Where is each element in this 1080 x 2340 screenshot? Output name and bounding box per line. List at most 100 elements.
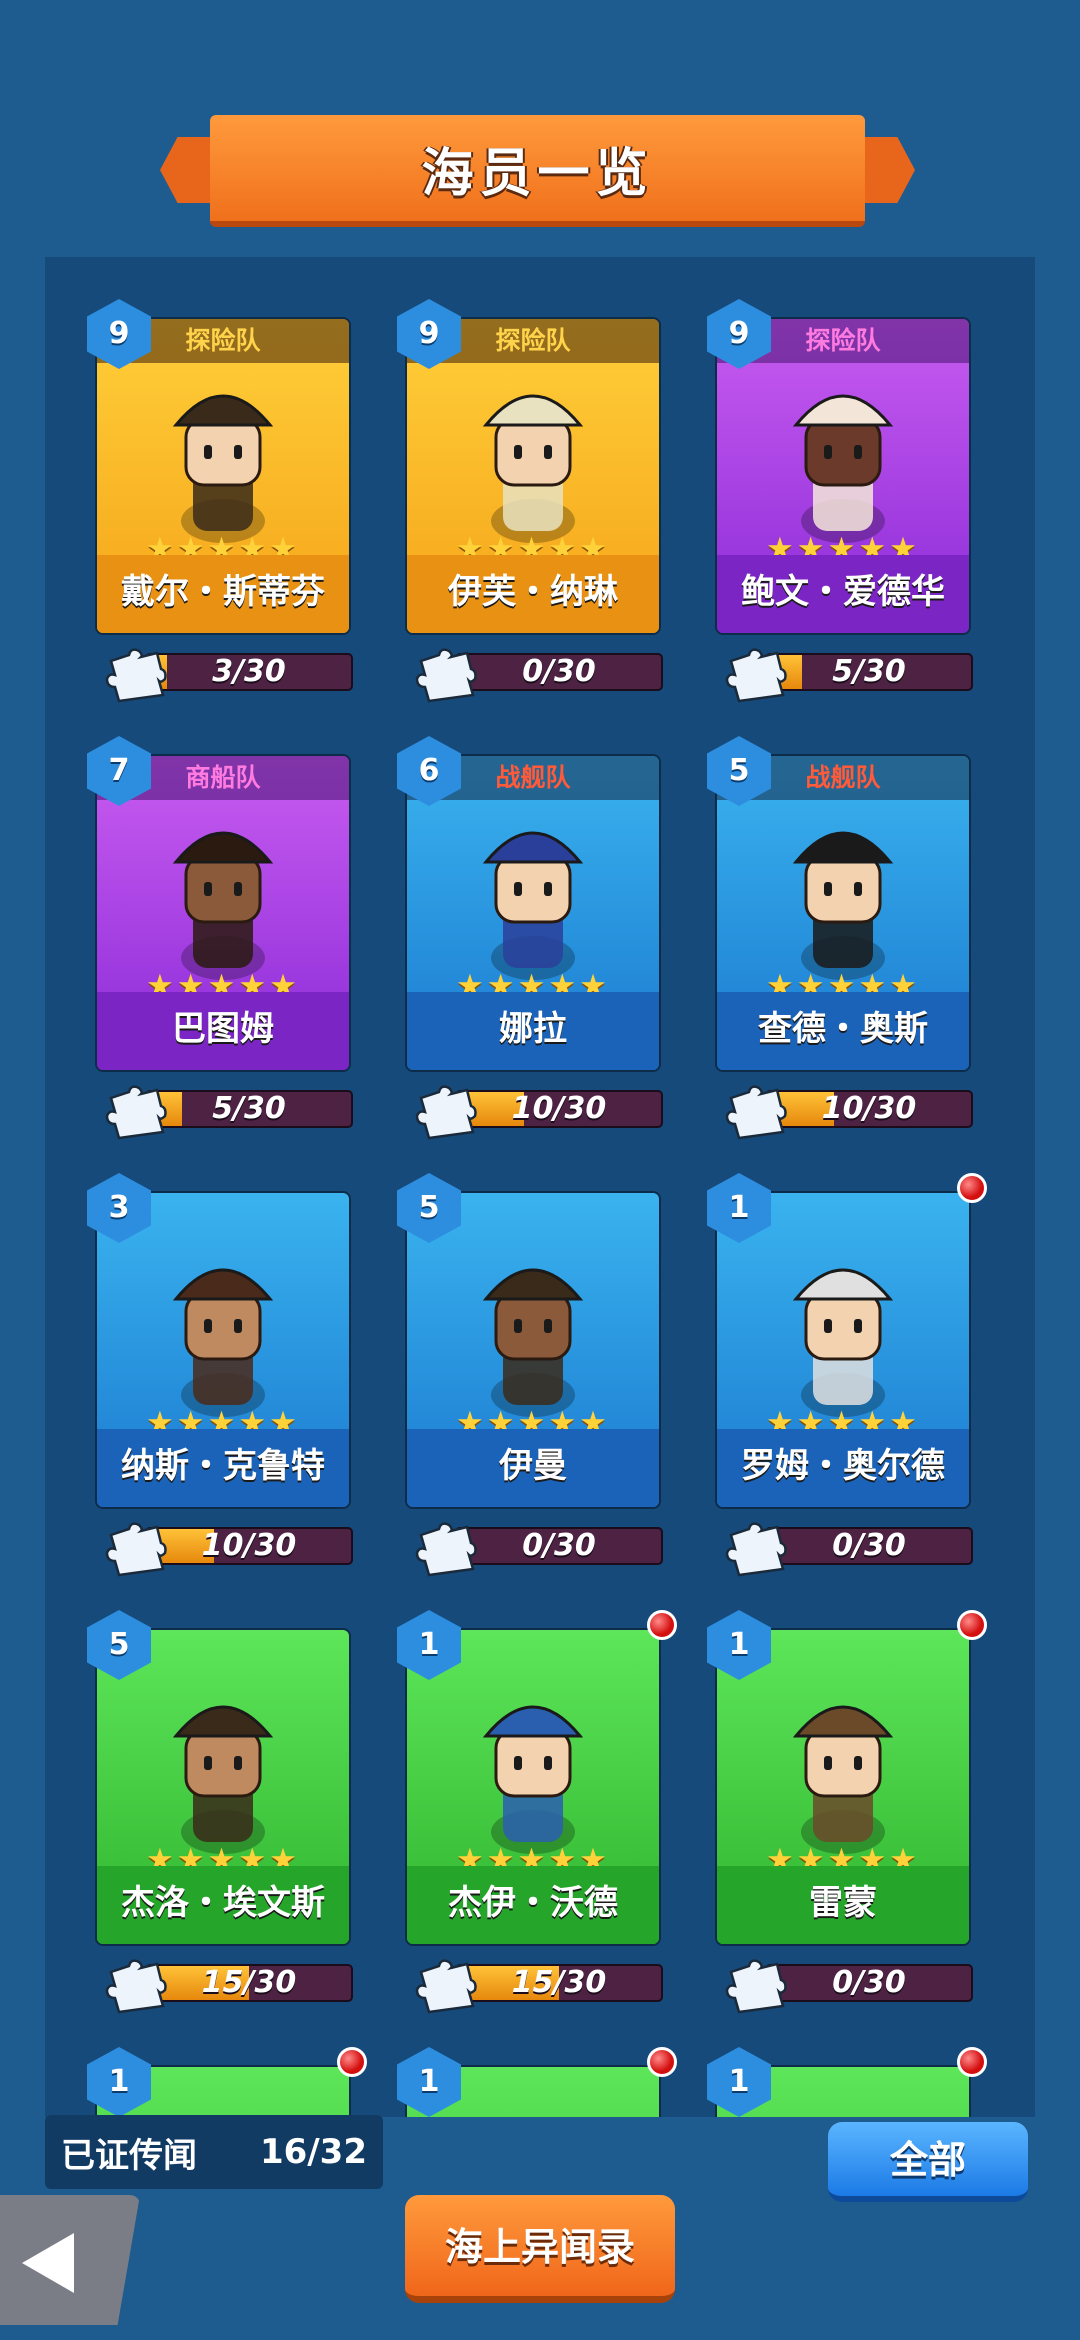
crew-card[interactable]: ★★★★★1: [397, 2047, 677, 2117]
puzzle-piece-icon: [725, 648, 787, 703]
crew-card[interactable]: ★★★★★ 雷蒙 1 0/30: [707, 1610, 987, 2014]
crew-card[interactable]: ★★★★★ 杰伊・沃德 1 15/30: [397, 1610, 677, 2014]
puzzle-piece-icon: [105, 1085, 167, 1140]
portrait-hat: [172, 394, 274, 427]
portrait-eye-left: [514, 882, 522, 896]
crew-card[interactable]: 战舰队 ★★★★★ 娜拉 6 10/30: [397, 736, 665, 1140]
puzzle-piece-icon: [415, 1522, 477, 1577]
back-button[interactable]: [0, 2195, 140, 2325]
filter-all-button[interactable]: 全部: [828, 2122, 1028, 2202]
crew-card[interactable]: ★★★★★ 罗姆・奥尔德 1 0/30: [707, 1173, 987, 1577]
portrait-hat: [482, 1268, 584, 1301]
progress-label: 5/30: [832, 654, 906, 689]
crew-grid: 探险队 ★★★★★ 戴尔・斯蒂芬 9 3/30 探险队 ★★★★★ 伊芙・纳琳 9 0/30 探险队…: [45, 257, 1035, 2117]
page-title: 海员一览: [421, 143, 654, 204]
progress-track: 3/30: [145, 653, 353, 691]
progress-track: 10/30: [765, 1090, 973, 1128]
crew-card[interactable]: ★★★★★1: [707, 2047, 987, 2117]
portrait-face: [494, 1291, 572, 1361]
notification-dot: [957, 1173, 987, 1203]
notification-dot: [957, 2047, 987, 2077]
puzzle-piece-shape: [725, 1522, 787, 1577]
portrait-hat: [172, 1268, 274, 1301]
portrait-hat: [172, 1705, 274, 1738]
crew-card-body: ★★★★★ 杰洛・埃文斯: [95, 1628, 351, 1946]
crew-card[interactable]: ★★★★★1: [87, 2047, 367, 2117]
portrait-eye-left: [514, 445, 522, 459]
crew-card[interactable]: 探险队 ★★★★★ 鲍文・爱德华 9 5/30: [707, 299, 975, 703]
crew-portrait: [792, 831, 894, 980]
crew-card[interactable]: 探险队 ★★★★★ 伊芙・纳琳 9 0/30: [397, 299, 665, 703]
puzzle-piece-icon: [415, 1959, 477, 2014]
fragment-progress: 3/30: [105, 647, 355, 703]
fragment-progress: 10/30: [415, 1084, 665, 1140]
portrait-face: [804, 854, 882, 924]
crew-card-body: ★★★★★ 杰伊・沃德: [405, 1628, 661, 1946]
crew-card[interactable]: ★★★★★ 纳斯・克鲁特 3 10/30: [87, 1173, 355, 1577]
portrait-eye-right: [544, 882, 552, 896]
crew-card-body: ★★★★★ 雷蒙: [715, 1628, 971, 1946]
progress-track: 15/30: [455, 1964, 663, 2002]
progress-track: 15/30: [145, 1964, 353, 2002]
portrait-eye-right: [544, 1319, 552, 1333]
crew-card-body: 探险队 ★★★★★ 伊芙・纳琳: [405, 317, 661, 635]
crew-card-body: 战舰队 ★★★★★ 查德・奥斯: [715, 754, 971, 1072]
progress-label: 5/30: [212, 1091, 286, 1126]
portrait-eye-left: [824, 1319, 832, 1333]
progress-label: 0/30: [522, 654, 596, 689]
puzzle-piece-icon: [415, 648, 477, 703]
progress-track: 10/30: [455, 1090, 663, 1128]
crew-name: 巴图姆: [97, 992, 349, 1070]
crew-card[interactable]: ★★★★★ 杰洛・埃文斯 5 15/30: [87, 1610, 355, 2014]
crew-card[interactable]: 探险队 ★★★★★ 戴尔・斯蒂芬 9 3/30: [87, 299, 355, 703]
verified-rumors-label: 已证传闻: [61, 2135, 197, 2176]
crew-name: 伊芙・纳琳: [407, 555, 659, 633]
progress-track: 5/30: [765, 653, 973, 691]
progress-track: 0/30: [455, 653, 663, 691]
portrait-eye-right: [234, 1756, 242, 1770]
crew-card[interactable]: 战舰队 ★★★★★ 查德・奥斯 5 10/30: [707, 736, 975, 1140]
portrait-eye-left: [824, 445, 832, 459]
crew-portrait: [482, 394, 584, 543]
progress-label: 3/30: [212, 654, 286, 689]
portrait-eye-right: [854, 1319, 862, 1333]
puzzle-piece-icon: [415, 1085, 477, 1140]
progress-label: 0/30: [832, 1528, 906, 1563]
puzzle-piece-shape: [415, 1959, 477, 2014]
crew-portrait: [792, 1268, 894, 1417]
crew-card[interactable]: 商船队 ★★★★★ 巴图姆 7 5/30: [87, 736, 355, 1140]
puzzle-piece-icon: [725, 1085, 787, 1140]
portrait-hat: [172, 831, 274, 864]
crew-portrait: [482, 1705, 584, 1854]
crew-card[interactable]: ★★★★★ 伊曼 5 0/30: [397, 1173, 665, 1577]
portrait-eye-left: [204, 882, 212, 896]
progress-label: 0/30: [832, 1965, 906, 2000]
notification-dot: [957, 1610, 987, 1640]
puzzle-piece-shape: [105, 648, 167, 703]
fragment-progress: 0/30: [725, 1521, 975, 1577]
progress-track: 0/30: [765, 1527, 973, 1565]
notification-dot: [647, 1610, 677, 1640]
portrait-eye-right: [854, 445, 862, 459]
fragment-progress: 5/30: [725, 647, 975, 703]
portrait-face: [184, 854, 262, 924]
puzzle-piece-shape: [105, 1959, 167, 2014]
portrait-eye-right: [854, 882, 862, 896]
progress-track: 0/30: [765, 1964, 973, 2002]
puzzle-piece-shape: [725, 1085, 787, 1140]
progress-label: 10/30: [511, 1091, 607, 1126]
crew-name: 娜拉: [407, 992, 659, 1070]
puzzle-piece-shape: [725, 648, 787, 703]
crew-card-body: 探险队 ★★★★★ 鲍文・爱德华: [715, 317, 971, 635]
crew-portrait: [792, 394, 894, 543]
crew-portrait: [172, 831, 274, 980]
fragment-progress: 0/30: [725, 1958, 975, 2014]
crew-card-body: ★★★★★ 罗姆・奥尔德: [715, 1191, 971, 1509]
portrait-eye-left: [204, 1319, 212, 1333]
crew-name: 杰伊・沃德: [407, 1866, 659, 1944]
portrait-face: [804, 1728, 882, 1798]
fragment-progress: 0/30: [415, 647, 665, 703]
portrait-eye-left: [824, 1756, 832, 1770]
crew-portrait: [482, 1268, 584, 1417]
sea-rumors-button[interactable]: 海上异闻录: [405, 2195, 675, 2303]
